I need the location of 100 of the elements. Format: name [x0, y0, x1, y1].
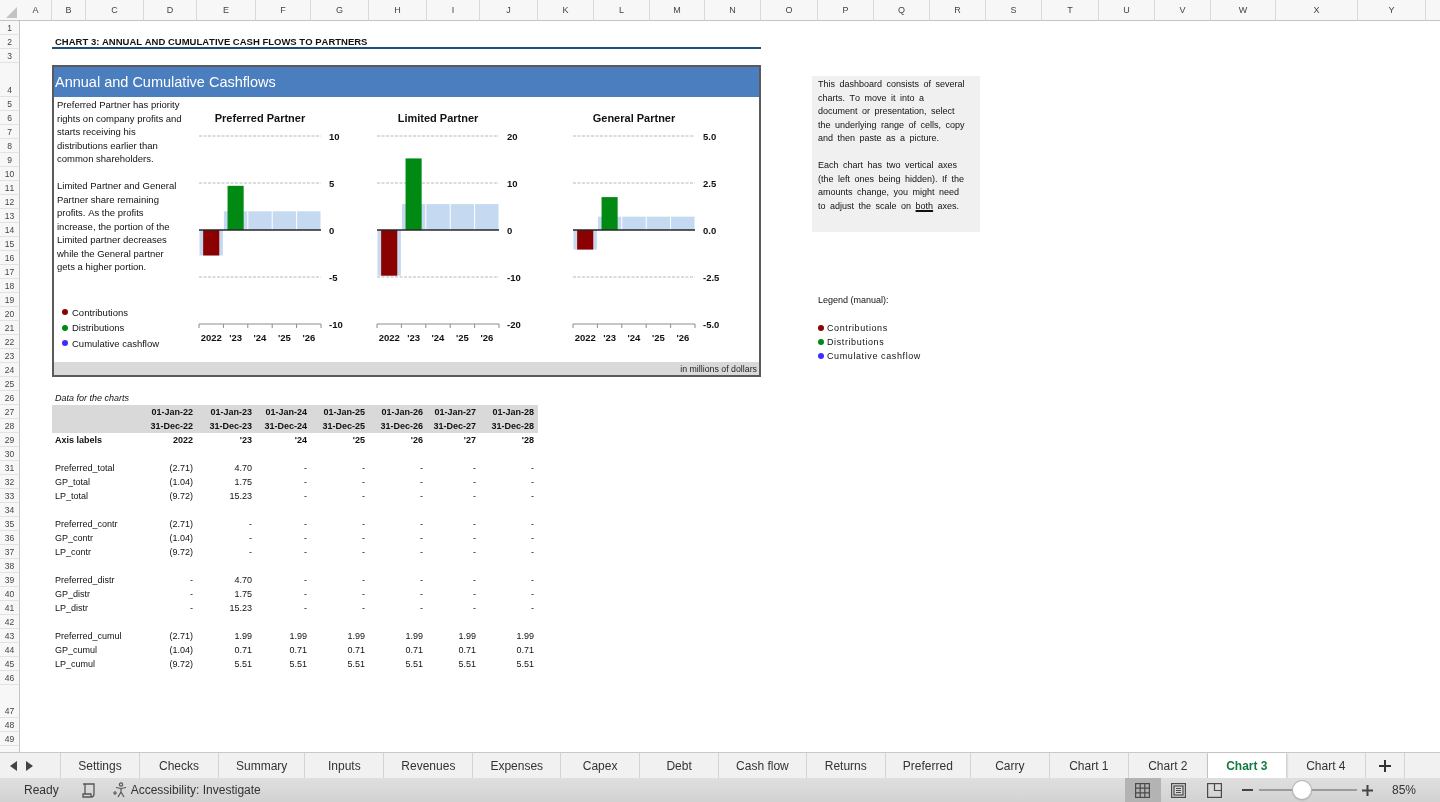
- row-header[interactable]: 38: [0, 559, 20, 573]
- column-header[interactable]: X: [1276, 0, 1358, 21]
- row-header[interactable]: 2: [0, 35, 20, 49]
- row-header[interactable]: 29: [0, 433, 20, 447]
- row-header[interactable]: 34: [0, 503, 20, 517]
- row-header[interactable]: 16: [0, 251, 20, 265]
- row-header[interactable]: 1: [0, 21, 20, 35]
- column-header[interactable]: P: [818, 0, 874, 21]
- grid-icon: [1135, 782, 1151, 798]
- column-header[interactable]: C: [86, 0, 144, 21]
- table-cell-text: -: [303, 574, 308, 587]
- row-header[interactable]: 4: [0, 63, 20, 97]
- table-cell-text: -: [530, 462, 535, 475]
- column-header[interactable]: V: [1155, 0, 1211, 21]
- column-header[interactable]: E: [197, 0, 256, 21]
- row-header[interactable]: 23: [0, 349, 20, 363]
- zoom-in-button[interactable]: [1360, 783, 1375, 797]
- column-header[interactable]: J: [480, 0, 538, 21]
- row-label: LP_distr: [54, 602, 90, 615]
- scroll-left-button[interactable]: [10, 760, 17, 771]
- row-header[interactable]: 6: [0, 111, 20, 125]
- scroll-icon[interactable]: [81, 782, 95, 798]
- row-header[interactable]: 12: [0, 195, 20, 209]
- column-header[interactable]: Y: [1358, 0, 1426, 21]
- row-header[interactable]: 41: [0, 601, 20, 615]
- row-header[interactable]: 10: [0, 167, 20, 181]
- row-header[interactable]: 44: [0, 643, 20, 657]
- column-header[interactable]: L: [594, 0, 650, 21]
- row-header[interactable]: 17: [0, 265, 20, 279]
- row-header[interactable]: 21: [0, 321, 20, 335]
- row-header[interactable]: 30: [0, 447, 20, 461]
- column-header[interactable]: N: [705, 0, 761, 21]
- row-header[interactable]: 39: [0, 573, 20, 587]
- row-header[interactable]: 48: [0, 718, 20, 732]
- row-header[interactable]: 5: [0, 97, 20, 111]
- row-header[interactable]: 13: [0, 209, 20, 223]
- row-header[interactable]: 43: [0, 629, 20, 643]
- column-header[interactable]: G: [311, 0, 369, 21]
- table-cell-text: -: [472, 546, 477, 559]
- row-header[interactable]: 25: [0, 377, 20, 391]
- column-header[interactable]: F: [256, 0, 311, 21]
- row-header[interactable]: 46: [0, 671, 20, 685]
- row-header[interactable]: 19: [0, 293, 20, 307]
- row-header[interactable]: 28: [0, 419, 20, 433]
- row-header[interactable]: 11: [0, 181, 20, 195]
- row-header[interactable]: 14: [0, 223, 20, 237]
- column-header[interactable]: W: [1211, 0, 1276, 21]
- table-cell-text: 0.71: [457, 644, 477, 657]
- row-header[interactable]: 40: [0, 587, 20, 601]
- table-cell-text: 1.99: [346, 630, 366, 643]
- legend-label: Cumulative cashflow: [72, 337, 160, 349]
- scroll-right-button[interactable]: [26, 760, 33, 771]
- row-header[interactable]: 20: [0, 307, 20, 321]
- column-header[interactable]: M: [650, 0, 705, 21]
- row-header[interactable]: 24: [0, 363, 20, 377]
- row-header[interactable]: 15: [0, 237, 20, 251]
- y-tick-label: -5: [329, 271, 338, 283]
- table-cell-text: -: [303, 546, 308, 559]
- row-header[interactable]: 27: [0, 405, 20, 419]
- cumulative-bar: [671, 216, 695, 230]
- column-header[interactable]: I: [427, 0, 480, 21]
- accessibility-button[interactable]: Accessibility: Investigate: [111, 782, 261, 798]
- slider-thumb[interactable]: [1292, 781, 1311, 799]
- row-header[interactable]: 3: [0, 49, 20, 63]
- row-header[interactable]: 37: [0, 545, 20, 559]
- column-header[interactable]: B: [52, 0, 86, 21]
- column-header[interactable]: H: [369, 0, 427, 21]
- row-header[interactable]: 18: [0, 279, 20, 293]
- row-header[interactable]: 33: [0, 489, 20, 503]
- sheet-tab[interactable]: Chart 3: [1207, 753, 1287, 778]
- row-header[interactable]: 47: [0, 685, 20, 718]
- normal-view-button[interactable]: [1124, 778, 1161, 802]
- row-header[interactable]: 32: [0, 475, 20, 489]
- row-header[interactable]: 22: [0, 335, 20, 349]
- column-header[interactable]: R: [930, 0, 986, 21]
- legend-label: Contributions: [72, 306, 128, 318]
- row-header[interactable]: 49: [0, 732, 20, 746]
- table-cell-text: -: [419, 518, 424, 531]
- row-header[interactable]: 31: [0, 461, 20, 475]
- header-cell-text: 01-Jan-25: [322, 406, 366, 419]
- row-header[interactable]: 9: [0, 153, 20, 167]
- column-header[interactable]: A: [20, 0, 52, 21]
- column-header[interactable]: K: [538, 0, 594, 21]
- column-header[interactable]: U: [1099, 0, 1155, 21]
- row-header[interactable]: 8: [0, 139, 20, 153]
- column-header[interactable]: O: [761, 0, 818, 21]
- column-header[interactable]: S: [986, 0, 1042, 21]
- header-cell-text: 31-Dec-23: [208, 420, 253, 433]
- row-header[interactable]: 42: [0, 615, 20, 629]
- column-header[interactable]: T: [1042, 0, 1099, 21]
- column-header[interactable]: Q: [874, 0, 930, 21]
- row-header[interactable]: 36: [0, 531, 20, 545]
- zoom-level[interactable]: 85%: [1391, 783, 1416, 797]
- row-header[interactable]: 26: [0, 391, 20, 405]
- row-header[interactable]: 7: [0, 125, 20, 139]
- x-tick-label: '23: [229, 332, 242, 343]
- row-header[interactable]: 45: [0, 657, 20, 671]
- column-header[interactable]: D: [144, 0, 197, 21]
- header-cell-text: 01-Jan-23: [209, 406, 253, 419]
- row-header[interactable]: 35: [0, 517, 20, 531]
